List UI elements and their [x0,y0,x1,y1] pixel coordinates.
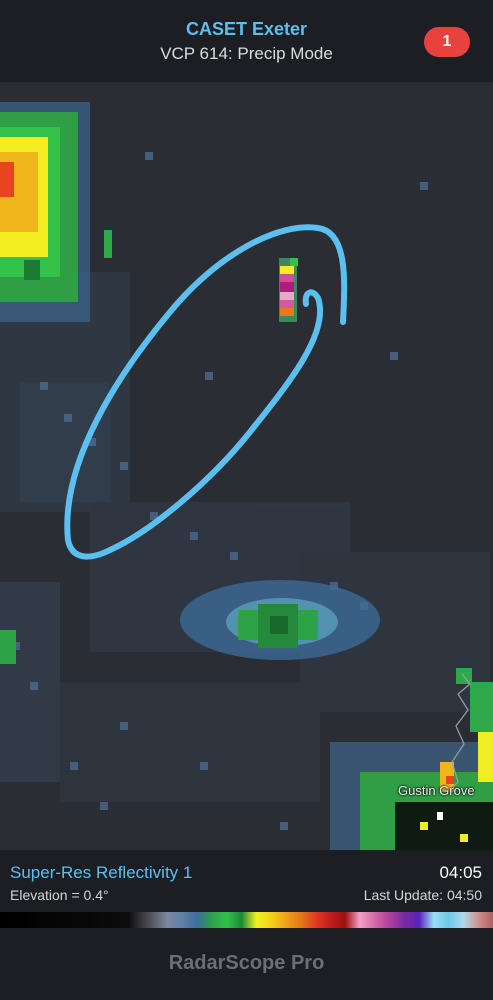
elevation-readout: Elevation = 0.4° [10,887,109,903]
radar-reflectivity-layer [0,102,493,850]
city-label: Gustin Grove [398,783,475,798]
footer-bar: RadarScope Pro [0,928,493,1000]
header-bar: CASET Exeter VCP 614: Precip Mode 1 [0,0,493,82]
scan-time: 04:05 [439,863,482,882]
radar-site-title[interactable]: CASET Exeter [0,19,493,40]
product-name[interactable]: Super-Res Reflectivity 1 [10,863,192,883]
info-panel: Super-Res Reflectivity 1 04:05 Elevation… [0,850,493,912]
city-marker-icon [437,812,443,820]
reflectivity-color-scale [0,912,493,928]
vcp-mode-subtitle: VCP 614: Precip Mode [160,44,333,63]
app-name-logo: RadarScope Pro [168,952,325,974]
warnings-count-badge[interactable]: 1 [424,27,470,57]
last-update-time: Last Update: 04:50 [363,887,482,903]
radar-map[interactable]: Gustin Grove [0,82,493,850]
